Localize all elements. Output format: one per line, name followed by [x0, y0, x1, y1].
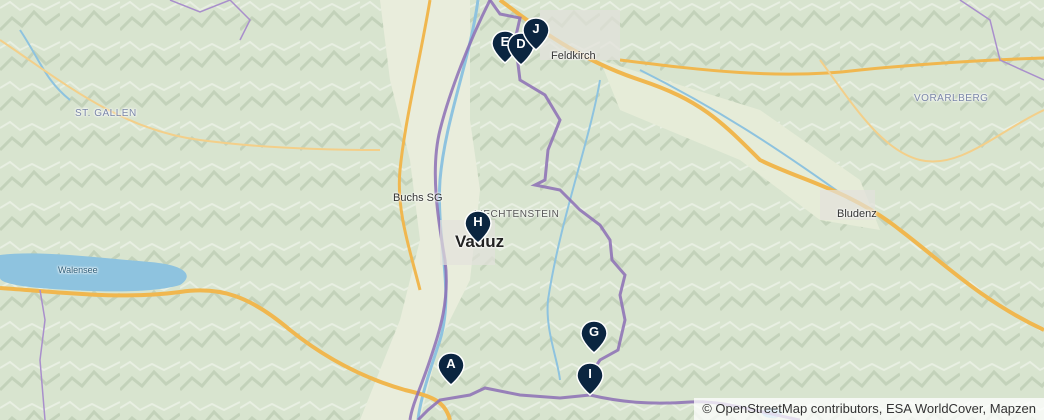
map-marker-j[interactable]: J: [522, 17, 550, 51]
place-label-bludenz: Bludenz: [837, 208, 877, 220]
region-label-st-gallen: ST. GALLEN: [75, 108, 137, 119]
marker-label: J: [532, 21, 540, 36]
marker-label: A: [446, 356, 456, 371]
map-marker-h[interactable]: H: [464, 210, 492, 244]
marker-label: I: [588, 366, 592, 381]
marker-label: H: [473, 214, 483, 229]
marker-label: G: [588, 324, 600, 339]
map-marker-i[interactable]: I: [576, 362, 604, 396]
lake-label-walensee: Walensee: [58, 265, 98, 275]
place-label-feldkirch: Feldkirch: [551, 50, 596, 62]
map-attribution[interactable]: © OpenStreetMap contributors, ESA WorldC…: [694, 398, 1044, 420]
map-marker-a[interactable]: A: [437, 352, 465, 386]
map-canvas[interactable]: Feldkirch ST. GALLEN VORARLBERG Buchs SG…: [0, 0, 1044, 420]
region-label-vorarlberg: VORARLBERG: [914, 93, 989, 104]
map-marker-g[interactable]: G: [580, 320, 608, 354]
place-label-buchs: Buchs SG: [393, 192, 443, 204]
